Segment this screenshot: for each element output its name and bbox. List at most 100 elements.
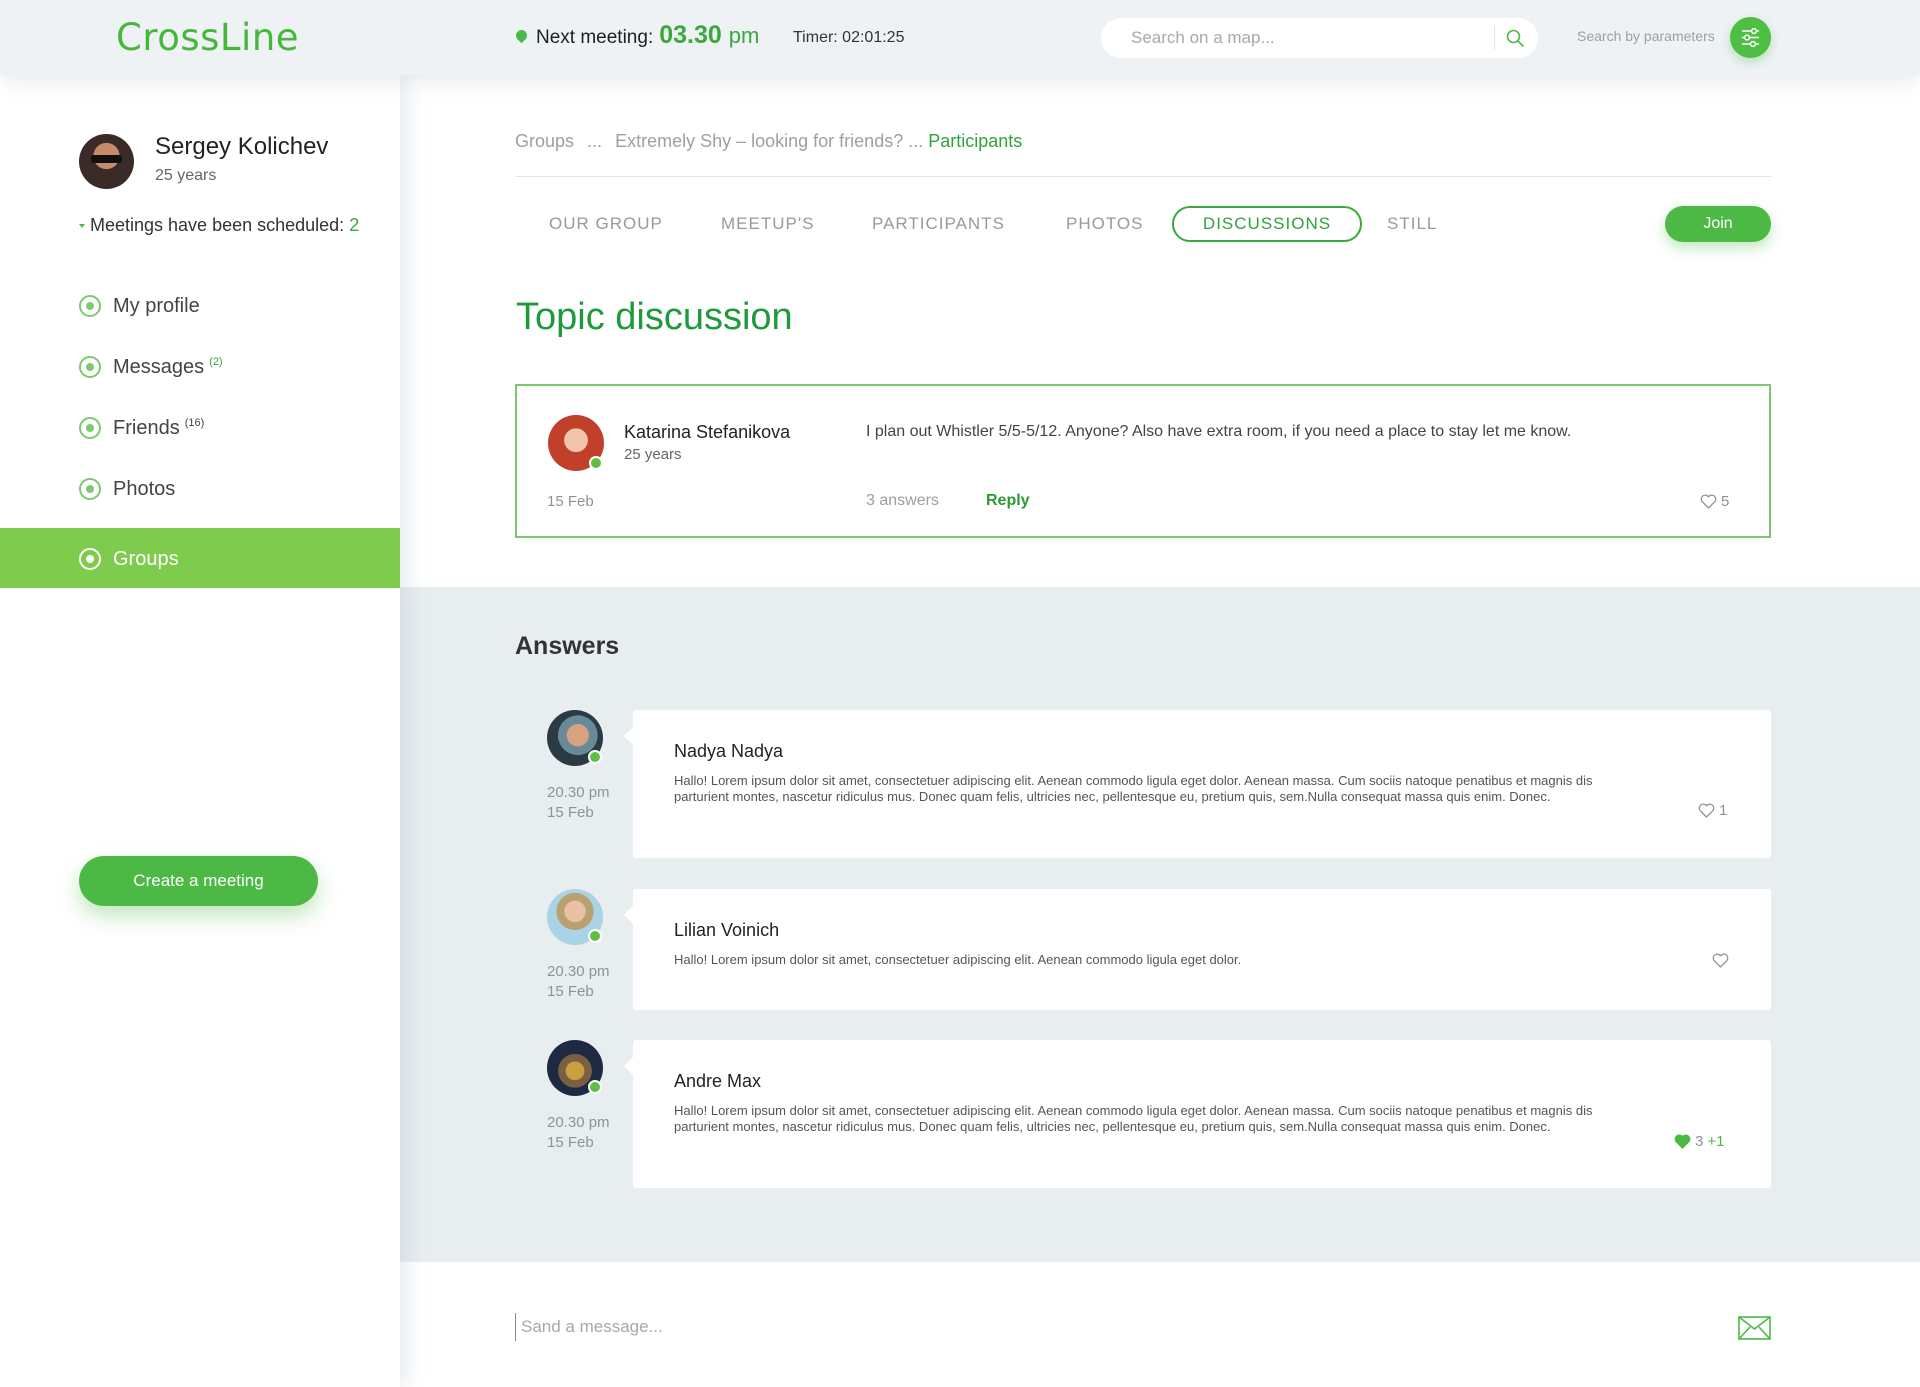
user-age: 25 years bbox=[155, 167, 217, 184]
answer-date: 15 Feb bbox=[547, 1134, 594, 1151]
sidebar-item-label: Messages (2) bbox=[113, 356, 223, 378]
heart-icon bbox=[1700, 494, 1717, 509]
answer-author[interactable]: Nadya Nadya bbox=[674, 741, 783, 762]
message-input[interactable] bbox=[515, 1313, 1415, 1341]
tab-discussions[interactable]: DISCUSSIONS bbox=[1172, 206, 1362, 242]
author-age: 25 years bbox=[624, 446, 682, 463]
top-header: CrossLine Next meeting: 03.30 pm Timer: … bbox=[0, 0, 1920, 75]
answer-text: Hallo! Lorem ipsum dolor sit amet, conse… bbox=[674, 1103, 1593, 1134]
sidebar-item-my-profile[interactable]: My profile bbox=[0, 275, 400, 335]
answer-date: 15 Feb bbox=[547, 804, 594, 821]
sidebar-item-photos[interactable]: Photos bbox=[0, 458, 400, 518]
answer-time: 20.30 pm bbox=[547, 963, 610, 980]
meetings-scheduled-label: Meetings have been scheduled: bbox=[90, 215, 345, 235]
sidebar-item-friends[interactable]: Friends (16) bbox=[0, 397, 400, 457]
next-meeting-label: Next meeting: bbox=[536, 27, 654, 48]
location-pin-icon bbox=[513, 27, 530, 44]
join-button[interactable]: Join bbox=[1665, 206, 1771, 242]
next-meeting-time: 03.30 bbox=[659, 21, 722, 49]
meeting-timer: Timer: 02:01:25 bbox=[793, 29, 905, 46]
topic-text: I plan out Whistler 5/5-5/12. Anyone? Al… bbox=[866, 423, 1572, 440]
tab-still[interactable]: STILL bbox=[1387, 206, 1437, 242]
search-by-parameters-label[interactable]: Search by parameters bbox=[1577, 28, 1715, 44]
sidebar-item-label: Groups bbox=[113, 548, 179, 570]
friends-count-badge: (16) bbox=[184, 417, 205, 430]
like-count: 3 bbox=[1695, 1133, 1704, 1150]
map-search-box bbox=[1101, 18, 1538, 58]
heart-icon bbox=[1698, 803, 1715, 818]
divider bbox=[515, 176, 1771, 177]
sidebar-item-label: Photos bbox=[113, 478, 176, 500]
user-name[interactable]: Sergey Kolichev bbox=[155, 133, 328, 161]
sidebar-item-label: Friends (16) bbox=[113, 417, 205, 439]
sidebar-item-messages[interactable]: Messages (2) bbox=[0, 336, 400, 396]
camera-icon bbox=[79, 478, 101, 500]
answer-timestamp: 20.30 pm 15 Feb bbox=[547, 783, 610, 823]
messages-count-badge: (2) bbox=[209, 356, 223, 369]
answer-author[interactable]: Lilian Voinich bbox=[674, 920, 779, 941]
next-meeting-period: pm bbox=[728, 23, 760, 48]
like-button[interactable]: 1 bbox=[1698, 802, 1727, 819]
answer-text: Hallo! Lorem ipsum dolor sit amet, conse… bbox=[674, 952, 1242, 967]
answer-date: 15 Feb bbox=[547, 983, 594, 1000]
tab-our-group[interactable]: OUR GROUP bbox=[549, 206, 663, 242]
user-icon bbox=[79, 295, 101, 317]
topic-card: Katarina Stefanikova 25 years I plan out… bbox=[515, 384, 1771, 538]
answer-timestamp: 20.30 pm 15 Feb bbox=[547, 962, 610, 1002]
answers-count[interactable]: 3 answers bbox=[866, 492, 939, 510]
answer-author[interactable]: Andre Max bbox=[674, 1071, 761, 1092]
smile-icon bbox=[79, 417, 101, 439]
envelope-send-icon[interactable] bbox=[1738, 1316, 1771, 1340]
breadcrumb-current[interactable]: Participants bbox=[928, 131, 1022, 151]
like-count: 5 bbox=[1721, 493, 1730, 510]
sunglasses-icon bbox=[91, 155, 122, 163]
tab-participants[interactable]: PARTICIPANTS bbox=[872, 206, 1005, 242]
heart-icon bbox=[1712, 953, 1729, 968]
topic-date: 15 Feb bbox=[547, 493, 594, 510]
next-meeting: Next meeting: 03.30 pm bbox=[513, 21, 760, 50]
tab-meetups[interactable]: MEETUP'S bbox=[721, 206, 814, 242]
answer-time: 20.30 pm bbox=[547, 1114, 610, 1131]
map-search-input[interactable] bbox=[1131, 18, 1481, 58]
answer-card: Lilian Voinich Hallo! Lorem ipsum dolor … bbox=[624, 889, 1771, 1010]
create-meeting-button[interactable]: Create a meeting bbox=[79, 856, 318, 906]
breadcrumb-separator: ... bbox=[587, 131, 603, 151]
like-count-extra: +1 bbox=[1707, 1133, 1725, 1150]
like-button[interactable]: 3 +1 bbox=[1674, 1133, 1724, 1150]
answer-text: Hallo! Lorem ipsum dolor sit amet, conse… bbox=[674, 773, 1593, 804]
page-title: Topic discussion bbox=[516, 296, 793, 338]
bullet-icon bbox=[79, 224, 85, 228]
sidebar-item-groups[interactable]: Groups bbox=[0, 528, 400, 588]
filter-settings-button[interactable] bbox=[1730, 17, 1771, 58]
logo[interactable]: CrossLine bbox=[116, 16, 299, 59]
sliders-icon bbox=[1742, 27, 1759, 48]
answer-time: 20.30 pm bbox=[547, 784, 610, 801]
reply-button[interactable]: Reply bbox=[986, 492, 1030, 510]
like-button[interactable] bbox=[1712, 953, 1733, 968]
meetings-scheduled: Meetings have been scheduled: 2 bbox=[79, 215, 359, 236]
breadcrumb: Groups ... Extremely Shy – looking for f… bbox=[515, 131, 1022, 152]
sidebar-item-label: My profile bbox=[113, 295, 200, 317]
answers-title: Answers bbox=[515, 632, 620, 660]
answers-section: Answers 20.30 pm 15 Feb Nadya Nadya Hall… bbox=[400, 587, 1920, 1262]
online-status-icon bbox=[588, 750, 602, 764]
answer-card: Andre Max Hallo! Lorem ipsum dolor sit a… bbox=[624, 1040, 1771, 1188]
breadcrumb-groups[interactable]: Groups bbox=[515, 131, 574, 151]
tab-photos[interactable]: PHOTOS bbox=[1066, 206, 1143, 242]
answer-timestamp: 20.30 pm 15 Feb bbox=[547, 1113, 610, 1153]
sidebar: Sergey Kolichev 25 years Meetings have b… bbox=[0, 75, 400, 1387]
meetings-scheduled-count: 2 bbox=[349, 215, 360, 235]
breadcrumb-group[interactable]: Extremely Shy – looking for friends? bbox=[615, 131, 903, 151]
heart-filled-icon bbox=[1674, 1134, 1691, 1149]
online-status-icon bbox=[588, 929, 602, 943]
search-icon[interactable] bbox=[1505, 28, 1525, 48]
answer-card: Nadya Nadya Hallo! Lorem ipsum dolor sit… bbox=[624, 710, 1771, 858]
logo-text: CrossLine bbox=[116, 16, 300, 59]
groups-icon bbox=[79, 548, 101, 570]
online-status-icon bbox=[588, 1080, 602, 1094]
avatar[interactable] bbox=[79, 134, 134, 189]
envelope-icon bbox=[79, 356, 101, 378]
author-name[interactable]: Katarina Stefanikova bbox=[624, 422, 790, 443]
breadcrumb-separator: ... bbox=[908, 131, 924, 151]
like-button[interactable]: 5 bbox=[1700, 493, 1729, 510]
